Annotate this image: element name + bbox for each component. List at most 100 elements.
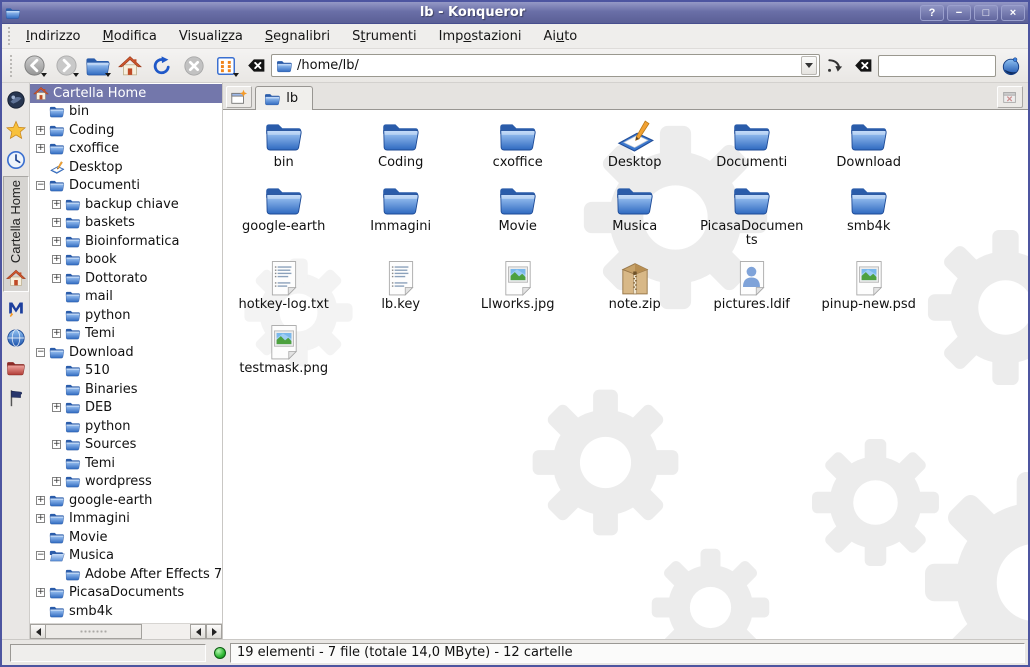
file-item[interactable]: bin bbox=[228, 118, 340, 170]
file-item[interactable]: Download bbox=[813, 118, 925, 170]
file-item[interactable]: Desktop bbox=[579, 118, 691, 170]
tree-expander-icon[interactable] bbox=[36, 588, 45, 597]
sidebar-tab-home[interactable]: Cartella Home bbox=[3, 176, 29, 292]
tree-expander-icon[interactable] bbox=[52, 477, 61, 486]
tree-item[interactable]: google-earth bbox=[30, 491, 222, 510]
menu-visualizza[interactable]: Visualizza bbox=[168, 26, 254, 47]
file-item[interactable]: Movie bbox=[462, 182, 574, 234]
file-item[interactable]: Musica bbox=[579, 182, 691, 234]
tree-expander-icon[interactable] bbox=[36, 126, 45, 135]
clear-location-button[interactable] bbox=[243, 52, 269, 80]
reload-button[interactable] bbox=[147, 52, 177, 80]
tree-item[interactable]: Dottorato bbox=[30, 269, 222, 288]
tree-item[interactable]: 510 bbox=[30, 362, 222, 381]
toolbar-grip[interactable] bbox=[9, 54, 14, 78]
file-item[interactable]: cxoffice bbox=[462, 118, 574, 170]
tree-item[interactable]: book bbox=[30, 251, 222, 270]
tree-expander-icon[interactable] bbox=[36, 514, 45, 523]
tree-item[interactable]: python bbox=[30, 417, 222, 436]
tree-item[interactable]: smb4k bbox=[30, 602, 222, 621]
maximize-button[interactable]: □ bbox=[974, 5, 998, 21]
tree-expander-icon[interactable] bbox=[52, 440, 61, 449]
tree-item[interactable]: DEB bbox=[30, 399, 222, 418]
stop-button[interactable] bbox=[179, 52, 209, 80]
tree-item[interactable]: Temi bbox=[30, 454, 222, 473]
tree-item[interactable]: mail bbox=[30, 288, 222, 307]
back-button[interactable] bbox=[19, 52, 49, 80]
titlebar[interactable]: lb - Konqueror ?−□× bbox=[2, 2, 1028, 24]
file-item[interactable]: PicasaDocuments bbox=[696, 182, 808, 248]
tree-item[interactable]: PicasaDocuments bbox=[30, 584, 222, 603]
tree-expander-icon[interactable] bbox=[36, 181, 45, 190]
tree-item[interactable]: Coding bbox=[30, 121, 222, 140]
clear-search-button[interactable] bbox=[850, 52, 876, 80]
tree-expander-icon[interactable] bbox=[36, 551, 45, 560]
sidebar-tab-root[interactable] bbox=[3, 354, 29, 382]
new-tab-button[interactable] bbox=[226, 86, 252, 108]
help-button[interactable]: ? bbox=[920, 5, 944, 21]
file-item[interactable]: Immagini bbox=[345, 182, 457, 234]
scroll-right-button[interactable] bbox=[206, 624, 222, 639]
tree-expander-icon[interactable] bbox=[52, 200, 61, 209]
file-item[interactable]: Coding bbox=[345, 118, 457, 170]
sidebar-tab-history[interactable] bbox=[3, 146, 29, 174]
up-button[interactable] bbox=[83, 52, 113, 80]
tree-expander-icon[interactable] bbox=[36, 496, 45, 505]
tree-expander-icon[interactable] bbox=[36, 144, 45, 153]
location-text[interactable]: /home/lb/ bbox=[297, 58, 797, 73]
tree-item[interactable]: Cartella Home bbox=[30, 84, 222, 103]
sidebar-tab-metabar[interactable] bbox=[3, 294, 29, 322]
tree-item[interactable]: Documenti bbox=[30, 177, 222, 196]
tab-lb[interactable]: lb bbox=[255, 86, 313, 110]
tree-horizontal-scrollbar[interactable] bbox=[30, 623, 222, 639]
menu-modifica[interactable]: Modifica bbox=[92, 26, 168, 47]
menu-aiuto[interactable]: Aiuto bbox=[532, 26, 588, 47]
tree-item[interactable]: python bbox=[30, 306, 222, 325]
tree-item[interactable]: Bioinformatica bbox=[30, 232, 222, 251]
tree-item[interactable]: Adobe After Effects 7 bbox=[30, 565, 222, 584]
tree-item[interactable]: Musica bbox=[30, 547, 222, 566]
sidebar-tab-web[interactable] bbox=[3, 86, 29, 114]
file-item[interactable]: note.zip bbox=[579, 260, 691, 312]
tree-expander-icon[interactable] bbox=[52, 218, 61, 227]
sidebar-tab-network[interactable] bbox=[3, 324, 29, 352]
sidebar-tab-services[interactable] bbox=[3, 384, 29, 412]
scroll-left-button-2[interactable] bbox=[190, 624, 206, 639]
tree-item[interactable]: backup chiave bbox=[30, 195, 222, 214]
scroll-left-button[interactable] bbox=[30, 624, 46, 639]
icon-view[interactable]: bin Coding cxoffice Desktop Docu bbox=[223, 110, 1028, 639]
tree-expander-icon[interactable] bbox=[52, 274, 61, 283]
tree-item[interactable]: baskets bbox=[30, 214, 222, 233]
tree-expander-icon[interactable] bbox=[52, 403, 61, 412]
forward-button[interactable] bbox=[51, 52, 81, 80]
close-button[interactable]: × bbox=[1001, 5, 1025, 21]
tree-expander-icon[interactable] bbox=[52, 329, 61, 338]
close-tab-button[interactable] bbox=[997, 86, 1023, 108]
file-item[interactable]: Documenti bbox=[696, 118, 808, 170]
tree-expander-icon[interactable] bbox=[52, 237, 61, 246]
tree-expander-icon[interactable] bbox=[52, 255, 61, 264]
tree-item[interactable]: Desktop bbox=[30, 158, 222, 177]
tree-item[interactable]: cxoffice bbox=[30, 140, 222, 159]
file-item[interactable]: hotkey-log.txt bbox=[228, 260, 340, 312]
home-button[interactable] bbox=[115, 52, 145, 80]
scrollbar-track[interactable] bbox=[142, 624, 190, 639]
tree-item[interactable]: Temi bbox=[30, 325, 222, 344]
file-item[interactable]: smb4k bbox=[813, 182, 925, 234]
file-item[interactable]: LIworks.jpg bbox=[462, 260, 574, 312]
view-mode-button[interactable] bbox=[211, 52, 241, 80]
location-bar[interactable]: /home/lb/ bbox=[271, 54, 820, 77]
tree-item[interactable]: Download bbox=[30, 343, 222, 362]
scrollbar-thumb[interactable] bbox=[46, 624, 142, 639]
tree-item[interactable]: bin bbox=[30, 103, 222, 122]
tree-item[interactable]: Movie bbox=[30, 528, 222, 547]
menu-impostazioni[interactable]: Impostazioni bbox=[428, 26, 533, 47]
sidebar-tab-bookmarks[interactable] bbox=[3, 116, 29, 144]
minimize-button[interactable]: − bbox=[947, 5, 971, 21]
file-item[interactable]: google-earth bbox=[228, 182, 340, 234]
tree-item[interactable]: Sources bbox=[30, 436, 222, 455]
file-item[interactable]: lb.key bbox=[345, 260, 457, 312]
menubar-grip[interactable] bbox=[7, 26, 12, 45]
tree-item[interactable]: wordpress bbox=[30, 473, 222, 492]
file-item[interactable]: testmask.png bbox=[228, 324, 340, 376]
